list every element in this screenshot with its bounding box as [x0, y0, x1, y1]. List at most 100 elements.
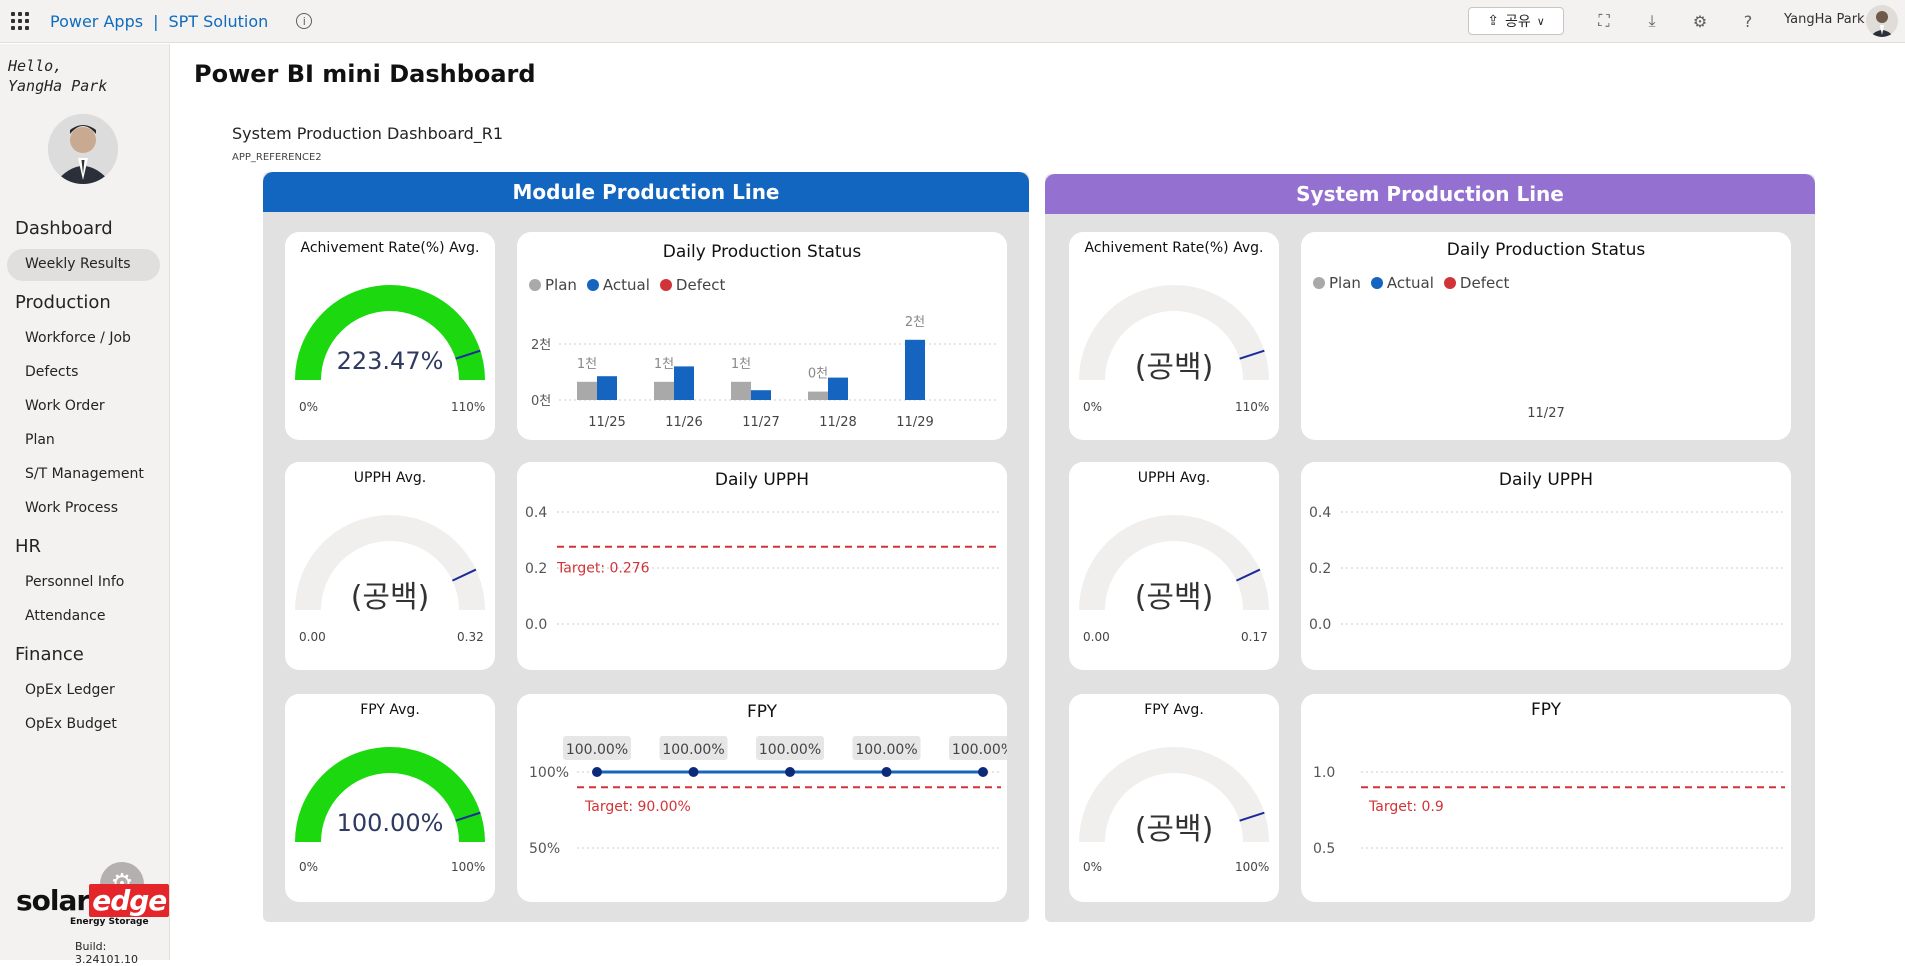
- fpy-data-point: [688, 767, 699, 777]
- share-icon: ⇪: [1487, 13, 1499, 29]
- target-label: Target: 0.9: [1368, 799, 1444, 815]
- chevron-down-icon: ∨: [1536, 14, 1545, 28]
- x-tick-label: 11/27: [1527, 406, 1565, 421]
- gauge-value: (공백): [1134, 812, 1214, 847]
- nav-section-dashboard[interactable]: Dashboard: [15, 218, 113, 239]
- sidebar-item-work-process[interactable]: Work Process: [25, 500, 118, 516]
- y-tick-label: 0.4: [525, 505, 547, 521]
- report-reference: APP_REFERENCE2: [232, 152, 322, 163]
- system-production-panel: System Production Line Achivement Rate(%…: [1045, 174, 1815, 922]
- gauge-value: 223.47%: [336, 347, 444, 375]
- gauge-max: 110%: [451, 400, 486, 414]
- data-label: 100.00%: [952, 742, 1007, 758]
- module-panel-header: Module Production Line: [263, 172, 1029, 212]
- help-icon[interactable]: ?: [1737, 10, 1759, 32]
- sidebar-item-s-t-management[interactable]: S/T Management: [25, 466, 144, 482]
- app-launcher-icon[interactable]: [0, 0, 40, 43]
- x-tick-label: 11/29: [896, 415, 933, 430]
- gauge-min: 0.00: [1083, 630, 1110, 644]
- bar-actual: [751, 390, 771, 400]
- solution-name[interactable]: SPT Solution: [168, 12, 268, 31]
- system-daily-upph-card[interactable]: Daily UPPH 0.0 0.2 0.4: [1301, 462, 1791, 670]
- sidebar-item-defects[interactable]: Defects: [25, 364, 78, 380]
- gauge-min: 0%: [1083, 860, 1103, 874]
- data-label: 1천: [731, 357, 751, 372]
- sidebar-item-work-order[interactable]: Work Order: [25, 398, 105, 414]
- legend-plan: Plan: [1313, 274, 1361, 292]
- bar-plan: [808, 391, 828, 400]
- gauge-value: (공백): [1134, 350, 1214, 385]
- system-fpy-chart-card[interactable]: FPY 0.5 1.0 Target: 0.9: [1301, 694, 1791, 902]
- fpy-line-chart: 0.5 1.0 Target: 0.9: [1313, 765, 1785, 857]
- chart-title: Daily Production Status: [1446, 240, 1646, 260]
- module-fpy-card[interactable]: FPY Avg. 100.00% 0% 100%: [285, 694, 495, 902]
- module-fpy-chart-card[interactable]: FPY 50% 100% Target: 90.00% 100.00% 100.00% 1…: [517, 694, 1007, 902]
- share-button[interactable]: ⇪ 공유 ∨: [1468, 7, 1564, 35]
- system-panel-header: System Production Line: [1045, 174, 1815, 214]
- sidebar-item-workforce-job[interactable]: Workforce / Job: [25, 330, 131, 346]
- y-tick-label: 0.0: [1309, 617, 1331, 633]
- data-label: 1천: [577, 357, 597, 372]
- chart-legend: Plan Actual Defect: [1313, 274, 1509, 292]
- data-label: 100.00%: [662, 742, 724, 758]
- gauge-max: 100%: [451, 860, 486, 874]
- fpy-line-chart: 50% 100% Target: 90.00% 100.00% 100.00% 100.0…: [529, 736, 1007, 857]
- data-label: 2천: [905, 315, 925, 330]
- nav-section-finance[interactable]: Finance: [15, 644, 84, 665]
- sidebar-item-personnel-info[interactable]: Personnel Info: [25, 574, 124, 590]
- user-name[interactable]: YangHa Park: [1784, 12, 1865, 27]
- fpy-data-point: [785, 767, 795, 777]
- upph-line-chart: 0.0 0.2 0.4: [1309, 505, 1785, 633]
- sidebar-item-attendance[interactable]: Attendance: [25, 608, 105, 624]
- module-upph-card[interactable]: UPPH Avg. (공백) 0.00 0.32: [285, 462, 495, 670]
- system-upph-card[interactable]: UPPH Avg. (공백) 0.00 0.17: [1069, 462, 1279, 670]
- module-daily-production-card[interactable]: Daily Production Status Plan Actual Defe…: [517, 232, 1007, 440]
- bar-actual: [674, 366, 694, 400]
- module-achievement-card[interactable]: Achivement Rate(%) Avg. 223.47% 0% 110%: [285, 232, 495, 440]
- gauge-max: 100%: [1235, 860, 1270, 874]
- sidebar-item-weekly-results[interactable]: Weekly Results: [25, 256, 131, 272]
- y-tick-label: 0.5: [1313, 841, 1335, 857]
- system-fpy-card[interactable]: FPY Avg. (공백) 0% 100%: [1069, 694, 1279, 902]
- production-bar-chart: 0천 2천 1천 11/25 1천 11/26 1천 11/27 0천 11/28 2천 11/29: [531, 315, 997, 430]
- greeting-line: YangHa Park: [8, 77, 108, 95]
- fpy-data-point: [592, 767, 602, 777]
- data-label: 100.00%: [566, 742, 628, 758]
- sidebar-item-opex-ledger[interactable]: OpEx Ledger: [25, 682, 115, 698]
- greeting-text: Hello, YangHa Park: [8, 56, 107, 96]
- solaredge-logo: solar edge: [16, 884, 170, 917]
- fit-screen-icon[interactable]: ⛶: [1593, 10, 1615, 32]
- fpy-data-point: [978, 767, 988, 777]
- sidebar-item-opex-budget[interactable]: OpEx Budget: [25, 716, 117, 732]
- gauge-value: (공백): [1134, 580, 1214, 615]
- module-production-panel: Module Production Line Achivement Rate(%…: [263, 172, 1029, 922]
- gauge-min: 0.00: [299, 630, 326, 644]
- legend-actual: Actual: [1370, 274, 1434, 292]
- y-tick-label: 0.0: [525, 617, 547, 633]
- system-achievement-card[interactable]: Achivement Rate(%) Avg. (공백) 0% 110%: [1069, 232, 1279, 440]
- sidebar-item-plan[interactable]: Plan: [25, 432, 55, 448]
- sidebar: Hello, YangHa Park Dashboard Weekly Result…: [0, 44, 170, 966]
- module-daily-upph-card[interactable]: Daily UPPH 0.0 0.2 0.4 Target: 0.276: [517, 462, 1007, 670]
- download-icon[interactable]: ⤓: [1641, 10, 1663, 32]
- x-tick-label: 11/28: [819, 415, 856, 430]
- system-daily-production-card[interactable]: Daily Production Status Plan Actual Defe…: [1301, 232, 1791, 440]
- data-label: 0천: [808, 367, 828, 382]
- legend-defect: Defect: [1443, 274, 1509, 292]
- page-title: Power BI mini Dashboard: [194, 60, 536, 88]
- y-tick-label: 50%: [529, 841, 560, 857]
- x-tick-label: 11/26: [665, 415, 702, 430]
- user-avatar[interactable]: [1866, 5, 1898, 37]
- share-label: 공유: [1504, 14, 1531, 30]
- nav-section-hr[interactable]: HR: [15, 536, 41, 557]
- bar-plan: [577, 381, 597, 400]
- gauge-min: 0%: [299, 400, 319, 414]
- bar-actual: [597, 376, 617, 400]
- app-name[interactable]: Power Apps: [50, 12, 143, 31]
- nav-section-production[interactable]: Production: [15, 292, 111, 313]
- report-title: System Production Dashboard_R1: [232, 124, 504, 143]
- settings-gear-icon[interactable]: ⚙: [1689, 10, 1711, 32]
- gauge-value: (공백): [350, 580, 430, 615]
- data-label: 1천: [654, 357, 674, 372]
- info-icon[interactable]: i: [296, 13, 313, 29]
